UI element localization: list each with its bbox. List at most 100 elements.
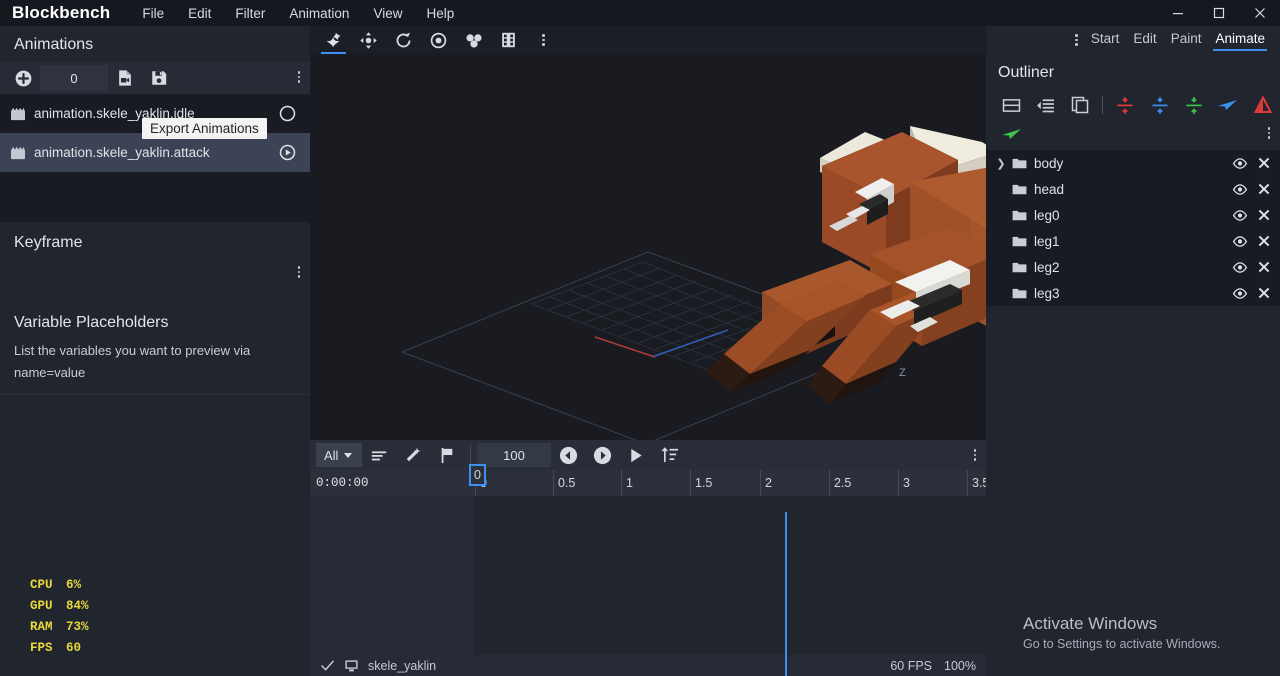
add-animation-button[interactable] <box>6 63 40 93</box>
outliner-row-actions <box>1232 183 1270 195</box>
table-row[interactable]: ❯ body <box>986 150 1280 176</box>
eye-icon[interactable] <box>1232 209 1248 221</box>
table-row[interactable]: leg3 <box>986 280 1280 306</box>
table-row[interactable]: leg1 <box>986 228 1280 254</box>
title-bar: Blockbench File Edit Filter Animation Vi… <box>0 0 1280 26</box>
viewport-scene: Z <box>310 54 986 440</box>
keyframe-overflow-icon[interactable] <box>292 266 307 278</box>
folder-icon <box>1012 235 1027 247</box>
marker-button[interactable] <box>430 441 464 469</box>
timeline-playhead[interactable] <box>785 512 787 676</box>
tab-start[interactable]: Start <box>1084 29 1127 51</box>
outliner-overflow-icon[interactable] <box>1262 127 1277 139</box>
warning-triangle-icon[interactable] <box>1246 91 1280 119</box>
timeline-filter-select[interactable]: All <box>316 443 362 467</box>
save-animation-button[interactable] <box>142 63 176 93</box>
viewport-overflow-icon[interactable] <box>526 27 561 53</box>
menu-animation[interactable]: Animation <box>277 3 361 24</box>
menu-filter[interactable]: Filter <box>223 3 277 24</box>
maximize-button[interactable] <box>1198 0 1239 26</box>
table-row[interactable]: head <box>986 176 1280 202</box>
auto-keyframe-button[interactable] <box>396 441 430 469</box>
outliner-item-label: head <box>1034 181 1065 197</box>
axis-label-z: Z <box>899 367 906 379</box>
folder-icon <box>1012 287 1027 299</box>
timeline-filter-label: All <box>324 447 339 463</box>
eye-icon[interactable] <box>1232 157 1248 169</box>
arrow-left-icon[interactable] <box>994 120 1029 148</box>
x-icon[interactable] <box>1258 183 1270 195</box>
status-fps: 60 FPS <box>890 658 933 673</box>
chevron-right-icon[interactable]: ❯ <box>994 157 1008 170</box>
folder-icon <box>1012 157 1027 169</box>
add-group-icon[interactable] <box>994 91 1028 119</box>
tab-animate[interactable]: Animate <box>1208 29 1272 51</box>
variable-placeholders-panel: Variable Placeholders List the variables… <box>0 302 310 394</box>
variable-placeholders-description: List the variables you want to preview v… <box>14 343 251 380</box>
rotate-tool-button[interactable] <box>386 27 421 53</box>
x-icon[interactable] <box>1258 209 1270 221</box>
table-row[interactable]: leg0 <box>986 202 1280 228</box>
pivot-tool-button[interactable] <box>421 27 456 53</box>
left-sidebar: Animations 0 animation.skele_yaklin.idle <box>0 26 310 676</box>
menu-view[interactable]: View <box>361 3 414 24</box>
eye-icon[interactable] <box>1232 235 1248 247</box>
stat-key: CPU <box>30 578 53 592</box>
animate-tool-button[interactable] <box>316 27 351 54</box>
next-keyframe-button[interactable] <box>585 441 619 469</box>
play-circle-icon[interactable] <box>276 144 298 161</box>
animation-length-field[interactable]: 100 <box>477 443 551 467</box>
menu-help[interactable]: Help <box>414 3 466 24</box>
timeline-gutter <box>310 496 475 670</box>
3d-viewport[interactable]: Z <box>310 54 986 440</box>
minimize-button[interactable] <box>1157 0 1198 26</box>
previous-keyframe-button[interactable] <box>551 441 585 469</box>
mirror-x-icon[interactable] <box>1108 91 1142 119</box>
mirror-y-icon[interactable] <box>1142 91 1176 119</box>
animation-counter-field[interactable]: 0 <box>40 65 108 91</box>
monitor-icon <box>344 659 359 673</box>
menu-edit[interactable]: Edit <box>176 3 223 24</box>
outliner-row-actions <box>1232 235 1270 247</box>
sort-button[interactable] <box>653 441 687 469</box>
timeline-overflow-icon[interactable] <box>968 449 983 461</box>
graph-editor-button[interactable] <box>362 441 396 469</box>
x-icon[interactable] <box>1258 261 1270 273</box>
import-animation-button[interactable] <box>108 63 142 93</box>
tab-paint[interactable]: Paint <box>1164 29 1209 51</box>
animation-name: animation.skele_yaklin.attack <box>34 145 210 160</box>
close-button[interactable] <box>1239 0 1280 26</box>
circle-icon[interactable] <box>276 105 298 122</box>
outdent-icon[interactable] <box>1028 91 1062 119</box>
x-icon[interactable] <box>1258 287 1270 299</box>
pointer-icon[interactable] <box>1211 91 1245 119</box>
timeline-body[interactable] <box>310 496 986 670</box>
menu-file[interactable]: File <box>130 3 176 24</box>
tick-label: 1.5 <box>690 470 712 496</box>
tick-label: 2 <box>760 470 772 496</box>
mode-overflow-icon[interactable] <box>1069 34 1084 46</box>
effects-tool-button[interactable] <box>491 27 526 53</box>
eye-icon[interactable] <box>1232 183 1248 195</box>
timeline-ruler[interactable]: 0:00:00 0 0.5 1 1.5 2 2.5 3 3.5 <box>310 470 989 496</box>
animations-panel-title: Animations <box>14 36 94 53</box>
eye-icon[interactable] <box>1232 287 1248 299</box>
x-icon[interactable] <box>1258 235 1270 247</box>
tab-edit[interactable]: Edit <box>1126 29 1163 51</box>
duplicate-icon[interactable] <box>1063 91 1097 119</box>
animations-overflow-icon[interactable] <box>292 71 307 83</box>
eye-icon[interactable] <box>1232 261 1248 273</box>
playhead-handle[interactable]: 0 <box>469 464 486 486</box>
outliner-item-label: leg3 <box>1034 285 1060 301</box>
mirror-z-icon[interactable] <box>1177 91 1211 119</box>
film-icon <box>10 107 26 121</box>
table-row[interactable]: leg2 <box>986 254 1280 280</box>
x-icon[interactable] <box>1258 157 1270 169</box>
move-tool-button[interactable] <box>351 27 386 53</box>
performance-stats: CPU 6% GPU 84% RAM 73% FPS 60 <box>30 575 89 659</box>
bone-tool-button[interactable] <box>456 27 491 53</box>
timeline-ticks: 0 0.5 1 1.5 2 2.5 3 3.5 <box>475 470 989 496</box>
play-button[interactable] <box>619 441 653 469</box>
outliner-row-actions <box>1232 261 1270 273</box>
timeline-toolbar: All 100 <box>310 440 986 470</box>
